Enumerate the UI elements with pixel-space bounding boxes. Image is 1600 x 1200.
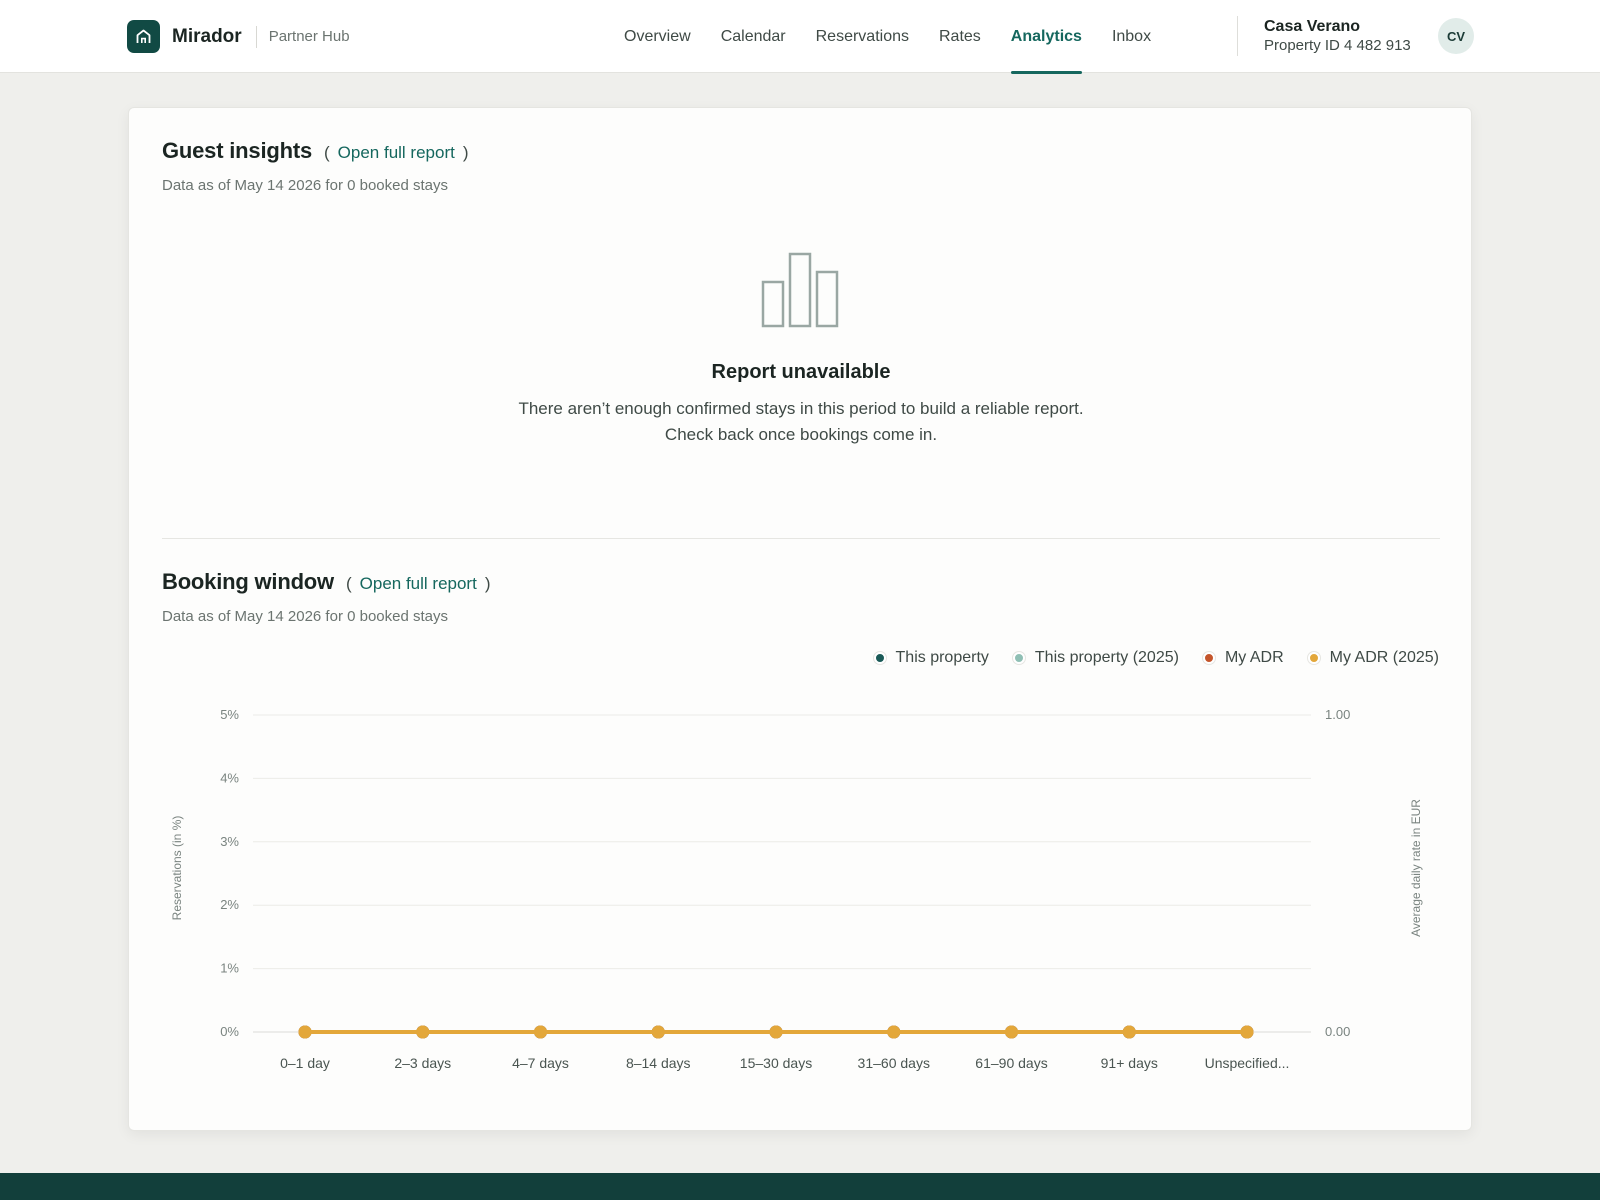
x-axis-ticks: 0–1 day 2–3 days 4–7 days 8–14 days 15–30 da… bbox=[280, 1055, 1289, 1071]
y2-tick-label: 0.00 bbox=[1325, 1024, 1350, 1039]
guest-insights-header: Guest insights ( Open full report ) bbox=[162, 138, 469, 164]
legend-item-my-adr[interactable]: My ADR bbox=[1202, 649, 1284, 667]
legend-label: My ADR (2025) bbox=[1329, 649, 1439, 666]
account-info[interactable]: Casa Verano Property ID 4 482 913 bbox=[1264, 17, 1411, 55]
empty-state-message: There aren’t enough confirmed stays in t… bbox=[518, 399, 1084, 444]
booking-window-chart: 0% 1% 2% 3% 4% 5% 0.00 1.00 Reservations (in %… bbox=[170, 707, 1423, 1071]
x-tick-label: 61–90 days bbox=[975, 1055, 1047, 1071]
top-header: Mirador Partner Hub Overview Calendar Re… bbox=[0, 0, 1600, 74]
legend-dot bbox=[1307, 652, 1320, 664]
chart-grid bbox=[253, 714, 1311, 1033]
data-point bbox=[769, 1025, 783, 1039]
brand-subtitle: Partner Hub bbox=[268, 28, 350, 45]
data-point bbox=[1122, 1025, 1136, 1039]
y-axis-label: Reservations (in %) bbox=[170, 816, 184, 921]
paren-open: ( bbox=[324, 143, 330, 162]
brand-divider bbox=[255, 25, 257, 48]
legend-dot bbox=[1202, 652, 1215, 664]
main-nav: Overview Calendar Reservations Rates Ana… bbox=[624, 0, 1181, 74]
x-tick-label: 91+ days bbox=[1101, 1055, 1158, 1071]
data-point bbox=[651, 1025, 665, 1039]
x-tick-label: Unspecified... bbox=[1205, 1055, 1290, 1071]
nav-analytics[interactable]: Analytics bbox=[1010, 0, 1083, 74]
booking-window-subtitle: Data as of May 14 2026 for 0 booked stay… bbox=[162, 608, 449, 625]
header-divider bbox=[1237, 16, 1238, 56]
guest-insights-title: Guest insights bbox=[162, 138, 312, 163]
chart-legend: This property This property (2025) My AD… bbox=[850, 649, 1439, 667]
y-tick-label: 1% bbox=[220, 961, 239, 976]
y-tick-label: 2% bbox=[220, 897, 239, 912]
x-tick-label: 8–14 days bbox=[626, 1055, 691, 1071]
legend-dot bbox=[873, 652, 886, 664]
nav-rates[interactable]: Rates bbox=[939, 0, 981, 73]
legend-label: This property (2025) bbox=[1034, 649, 1179, 666]
guest-insights-report-link[interactable]: Open full report bbox=[338, 143, 455, 163]
avatar[interactable]: CV bbox=[1438, 18, 1474, 54]
guest-insights-subtitle: Data as of May 14 2026 for 0 booked stay… bbox=[162, 177, 449, 194]
legend-label: My ADR bbox=[1224, 649, 1284, 666]
nav-calendar[interactable]: Calendar bbox=[721, 0, 786, 73]
x-tick-label: 2–3 days bbox=[394, 1055, 451, 1071]
paren-close: ) bbox=[462, 143, 469, 162]
y2-tick-label: 1.00 bbox=[1325, 707, 1350, 722]
booking-window-title: Booking window bbox=[162, 569, 334, 594]
data-point bbox=[534, 1025, 547, 1039]
y-tick-label: 5% bbox=[220, 707, 239, 722]
legend-item-this-property-2025[interactable]: This property (2025) bbox=[1012, 649, 1179, 667]
property-name: Casa Verano bbox=[1264, 18, 1361, 35]
nav-reservations[interactable]: Reservations bbox=[816, 0, 909, 73]
home-icon bbox=[127, 20, 160, 53]
brand-name: Mirador bbox=[172, 25, 242, 47]
data-point bbox=[416, 1025, 430, 1039]
legend-item-my-adr-2025[interactable]: My ADR (2025) bbox=[1307, 649, 1439, 667]
x-tick-label: 4–7 days bbox=[512, 1055, 569, 1071]
data-point bbox=[1240, 1025, 1254, 1039]
nav-overview[interactable]: Overview bbox=[624, 0, 691, 73]
y-tick-label: 4% bbox=[220, 770, 239, 785]
data-point bbox=[1005, 1025, 1018, 1039]
y2-axis-label: Average daily rate in EUR bbox=[1409, 799, 1423, 937]
paren-open: ( bbox=[345, 574, 352, 593]
section-divider bbox=[162, 538, 1440, 539]
legend-dot bbox=[1012, 652, 1025, 664]
x-tick-label: 15–30 days bbox=[740, 1055, 812, 1071]
paren-close: ) bbox=[484, 574, 491, 593]
data-point bbox=[298, 1025, 312, 1039]
x-tick-label: 31–60 days bbox=[858, 1055, 930, 1071]
y2-axis-ticks: 0.00 1.00 bbox=[1325, 707, 1350, 1039]
booking-window-report-link[interactable]: Open full report bbox=[360, 574, 477, 594]
insights-card: Guest insights ( Open full report ) Data… bbox=[128, 107, 1472, 1131]
data-point bbox=[887, 1025, 901, 1039]
booking-window-header: Booking window ( Open full report ) bbox=[162, 569, 491, 595]
y-tick-label: 3% bbox=[220, 834, 239, 849]
chart-series bbox=[298, 1025, 1254, 1039]
legend-item-this-property[interactable]: This property bbox=[873, 649, 989, 667]
footer-bar bbox=[0, 1173, 1600, 1200]
y-axis-ticks: 0% 1% 2% 3% 4% 5% bbox=[220, 707, 239, 1039]
property-id: Property ID 4 482 913 bbox=[1264, 37, 1411, 54]
bar-chart-icon bbox=[761, 252, 841, 335]
y-tick-label: 0% bbox=[220, 1024, 239, 1039]
x-tick-label: 0–1 day bbox=[280, 1055, 330, 1071]
brand[interactable]: Mirador Partner Hub bbox=[127, 20, 350, 53]
empty-state-title: Report unavailable bbox=[711, 361, 891, 383]
legend-label: This property bbox=[895, 649, 989, 666]
nav-inbox[interactable]: Inbox bbox=[1112, 0, 1151, 73]
